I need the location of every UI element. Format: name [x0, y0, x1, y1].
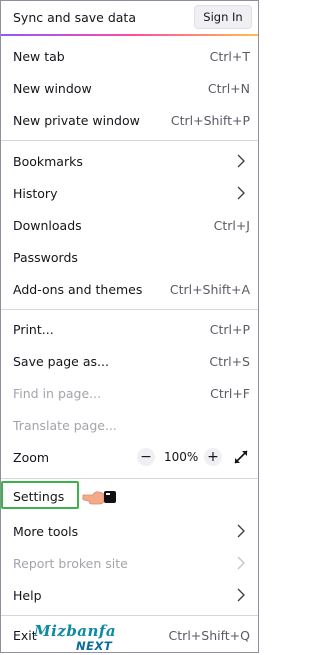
chevron-right-icon: [237, 186, 245, 200]
addons-shortcut: Ctrl+Shift+A: [169, 282, 250, 297]
find-label: Find in page...: [13, 386, 102, 401]
new-window-shortcut: Ctrl+N: [207, 81, 250, 96]
menu-item-translate-page[interactable]: Translate page...: [1, 410, 258, 442]
chevron-right-icon: [237, 524, 245, 538]
menu-item-history[interactable]: History: [1, 178, 258, 210]
help-label: Help: [13, 588, 42, 603]
bookmarks-label: Bookmarks: [13, 154, 83, 169]
menu-item-zoom: Zoom − 100% +: [1, 442, 258, 474]
menu-item-new-window[interactable]: New window Ctrl+N: [1, 73, 258, 105]
menu-item-report-broken-site[interactable]: Report broken site: [1, 548, 258, 580]
sync-header: Sync and save data Sign In: [1, 1, 258, 34]
menu-item-new-tab[interactable]: New tab Ctrl+T: [1, 41, 258, 73]
zoom-value[interactable]: 100%: [164, 450, 198, 464]
history-label: History: [13, 186, 58, 201]
sign-in-button[interactable]: Sign In: [194, 5, 252, 29]
translate-label: Translate page...: [13, 418, 117, 433]
new-window-label: New window: [13, 81, 92, 96]
addons-label: Add-ons and themes: [13, 282, 143, 297]
sync-title: Sync and save data: [13, 10, 136, 25]
separator: [1, 309, 258, 310]
zoom-label: Zoom: [13, 450, 50, 465]
print-shortcut: Ctrl+P: [209, 322, 250, 337]
menu-item-save-page[interactable]: Save page as... Ctrl+S: [1, 346, 258, 378]
accent-divider: [1, 34, 258, 36]
exit-shortcut: Ctrl+Shift+Q: [168, 628, 250, 643]
app-menu-panel: Sync and save data Sign In New tab Ctrl+…: [0, 0, 259, 653]
zoom-out-button[interactable]: −: [137, 448, 155, 466]
menu-item-print[interactable]: Print... Ctrl+P: [1, 314, 258, 346]
pointing-hand-icon: [82, 491, 116, 505]
menu-item-help[interactable]: Help: [1, 580, 258, 612]
menu-item-more-tools[interactable]: More tools: [1, 516, 258, 548]
new-tab-shortcut: Ctrl+T: [209, 49, 250, 64]
watermark-sub: NEXT: [76, 639, 113, 653]
zoom-in-button[interactable]: +: [204, 448, 222, 466]
fullscreen-arrows-icon[interactable]: [233, 449, 249, 465]
new-private-shortcut: Ctrl+Shift+P: [170, 113, 250, 128]
chevron-right-icon: [237, 588, 245, 602]
downloads-label: Downloads: [13, 218, 82, 233]
menu-item-addons-themes[interactable]: Add-ons and themes Ctrl+Shift+A: [1, 274, 258, 306]
menu-item-new-private-window[interactable]: New private window Ctrl+Shift+P: [1, 105, 258, 137]
find-shortcut: Ctrl+F: [210, 386, 250, 401]
chevron-right-icon: [237, 556, 245, 570]
save-page-shortcut: Ctrl+S: [209, 354, 250, 369]
more-tools-label: More tools: [13, 524, 79, 539]
menu-item-find-in-page[interactable]: Find in page... Ctrl+F: [1, 378, 258, 410]
downloads-shortcut: Ctrl+J: [213, 218, 250, 233]
separator: [1, 478, 258, 479]
separator: [1, 615, 258, 616]
passwords-label: Passwords: [13, 250, 78, 265]
menu-item-passwords[interactable]: Passwords: [1, 242, 258, 274]
new-private-label: New private window: [13, 113, 140, 128]
menu-item-downloads[interactable]: Downloads Ctrl+J: [1, 210, 258, 242]
save-page-label: Save page as...: [13, 354, 109, 369]
report-label: Report broken site: [13, 556, 128, 571]
watermark-brand: Mizbanfa: [34, 622, 117, 640]
watermark-logo: Mizbanfa NEXT: [34, 622, 126, 655]
menu-item-bookmarks[interactable]: Bookmarks: [1, 146, 258, 178]
print-label: Print...: [13, 322, 54, 337]
settings-highlight-box: [1, 481, 79, 509]
separator: [1, 140, 258, 141]
new-tab-label: New tab: [13, 49, 65, 64]
chevron-right-icon: [237, 154, 245, 168]
